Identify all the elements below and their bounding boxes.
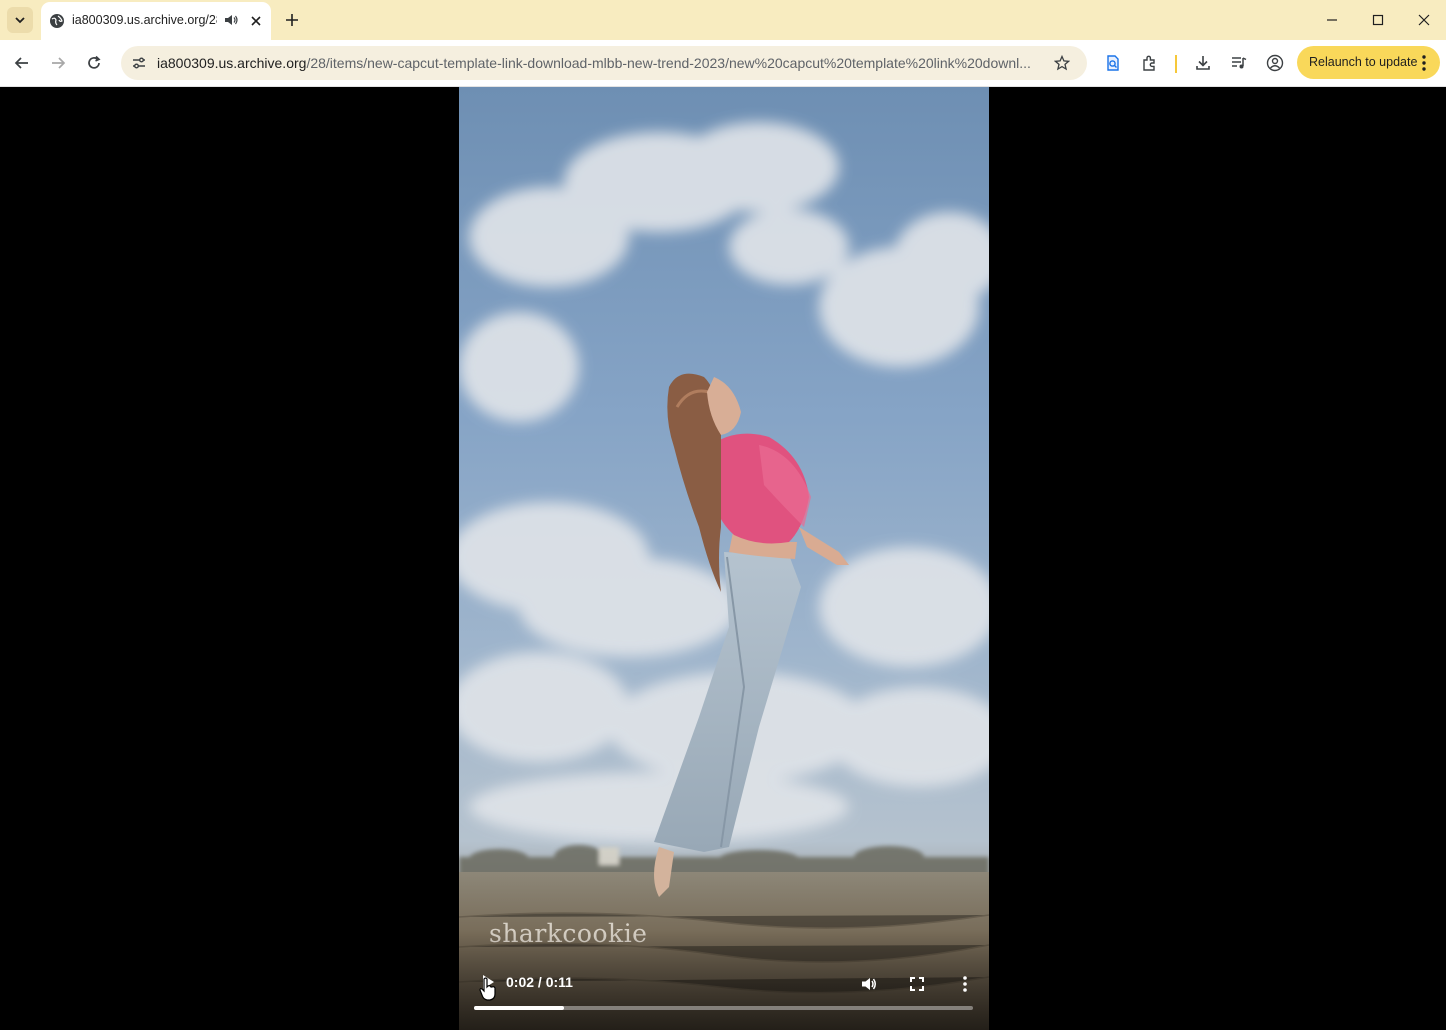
extensions-button[interactable] <box>1134 47 1166 79</box>
plus-icon <box>286 14 298 26</box>
bookmark-button[interactable] <box>1051 52 1073 74</box>
star-icon <box>1054 55 1070 71</box>
new-tab-button[interactable] <box>281 9 303 31</box>
mute-button[interactable] <box>857 972 881 996</box>
downloads-button[interactable] <box>1187 47 1219 79</box>
url-host: ia800309.us.archive.org <box>157 55 307 71</box>
tab-title: ia800309.us.archive.org/28/ <box>72 13 217 27</box>
volume-icon <box>862 978 876 990</box>
progress-fill <box>474 1006 564 1010</box>
minimize-icon <box>1327 19 1337 21</box>
fullscreen-button[interactable] <box>905 972 929 996</box>
url-path: /28/items/new-capcut-template-link-downl… <box>306 55 1031 71</box>
lens-icon <box>1107 55 1119 71</box>
active-tab[interactable]: ia800309.us.archive.org/28/ <box>41 2 271 40</box>
chrome-menu-button[interactable] <box>1418 53 1430 73</box>
forward-button[interactable] <box>42 47 74 79</box>
chevron-down-icon <box>15 17 25 24</box>
back-icon <box>14 57 28 69</box>
site-info-icon <box>133 57 145 69</box>
fullscreen-icon <box>910 977 924 991</box>
profile-icon <box>1266 54 1284 72</box>
toolbar: ia800309.us.archive.org/28/items/new-cap… <box>0 40 1446 87</box>
profile-button[interactable] <box>1259 47 1291 79</box>
progress-bar[interactable] <box>474 1006 973 1010</box>
time-display: 0:02 / 0:11 <box>506 974 573 990</box>
video-frame-image <box>459 122 989 1030</box>
minimize-button[interactable] <box>1309 0 1355 40</box>
site-info-button[interactable] <box>128 52 150 74</box>
close-icon <box>1418 14 1430 26</box>
media-control-button[interactable] <box>1223 47 1255 79</box>
relaunch-to-update-button[interactable]: Relaunch to update <box>1297 46 1440 79</box>
more-options-button[interactable] <box>955 972 975 996</box>
video-player[interactable]: sharkcookie 0:02 / 0:11 <box>459 87 989 1030</box>
address-bar[interactable]: ia800309.us.archive.org/28/items/new-cap… <box>121 46 1087 80</box>
reload-icon <box>88 55 101 69</box>
media-control-icon <box>1232 57 1247 69</box>
download-icon <box>1196 56 1210 70</box>
forward-icon <box>52 57 66 69</box>
close-icon <box>251 16 261 26</box>
kebab-menu-icon <box>1422 55 1426 71</box>
speaker-icon[interactable] <box>223 12 239 28</box>
google-lens-button[interactable] <box>1097 47 1129 79</box>
kebab-menu-icon <box>963 976 967 992</box>
tab-strip: ia800309.us.archive.org/28/ <box>0 0 1446 40</box>
toolbar-separator <box>1175 55 1177 73</box>
maximize-icon <box>1372 14 1384 26</box>
relaunch-label: Relaunch to update <box>1309 55 1418 69</box>
back-button[interactable] <box>6 47 38 79</box>
url-text[interactable]: ia800309.us.archive.org/28/items/new-cap… <box>157 55 1047 71</box>
tab-search-button[interactable] <box>7 7 33 33</box>
hand-cursor-icon <box>479 977 496 1001</box>
globe-icon <box>50 14 64 28</box>
close-tab-button[interactable] <box>246 11 266 31</box>
extensions-icon <box>1143 55 1155 71</box>
close-window-button[interactable] <box>1401 0 1446 40</box>
reload-button[interactable] <box>78 47 110 79</box>
maximize-button[interactable] <box>1355 0 1401 40</box>
